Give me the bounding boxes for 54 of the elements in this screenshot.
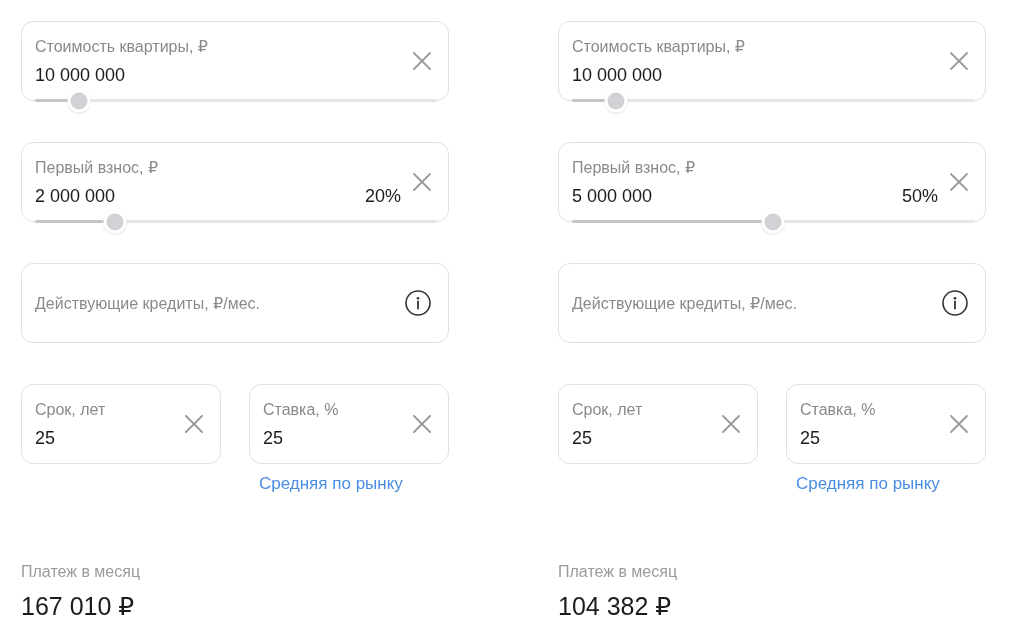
field-value: 25 [263,427,284,449]
field-label: Ставка, % [263,399,339,419]
field-label: Стоимость квартиры, ₽ [572,36,746,56]
field-label: Срок, лет [35,399,106,419]
close-icon [950,52,968,70]
clear-button[interactable] [950,415,968,433]
info-icon [405,290,431,316]
close-icon [413,173,431,191]
info-icon [942,290,968,316]
slider-thumb[interactable] [103,210,127,233]
field-value: 25 [800,427,821,449]
clear-button[interactable] [722,415,740,433]
info-button[interactable] [942,290,968,316]
clear-button[interactable] [413,415,431,433]
field-label: Первый взнос, ₽ [35,157,159,177]
text-input[interactable]: Действующие кредиты, ₽/мес. [35,292,393,314]
field-label: Стоимость квартиры, ₽ [35,36,209,56]
clear-button[interactable] [950,173,968,191]
clear-button[interactable] [413,173,431,191]
field-label: Срок, лет [572,399,643,419]
field-value: 10 000 000 [572,64,663,86]
percent-value: 50% [901,185,938,207]
field-value: 25 [35,427,56,449]
close-icon [185,415,203,433]
input-field[interactable]: Действующие кредиты, ₽/мес. [21,263,449,343]
payment-amount: 104 382 ₽ [558,591,672,621]
field-label: Ставка, % [800,399,876,419]
payment-label: Платеж в месяц [21,562,141,581]
text-input[interactable]: Действующие кредиты, ₽/мес. [572,292,930,314]
clear-button[interactable] [413,52,431,70]
input-field[interactable]: Ставка, % 25 [249,384,449,464]
field-value: 10 000 000 [35,64,126,86]
slider-thumb[interactable] [604,89,628,112]
input-field[interactable]: Срок, лет 25 [558,384,758,464]
close-icon [950,173,968,191]
percent-value: 20% [364,185,401,207]
clear-button[interactable] [950,52,968,70]
field-label: Первый взнос, ₽ [572,157,696,177]
close-icon [413,52,431,70]
input-field[interactable]: Срок, лет 25 [21,384,221,464]
slider-thumb[interactable] [761,210,785,233]
close-icon [950,415,968,433]
slider-thumb[interactable] [67,89,91,112]
info-button[interactable] [405,290,431,316]
close-icon [722,415,740,433]
payment-label: Платеж в месяц [558,562,678,581]
close-icon [413,415,431,433]
field-value: 25 [572,427,593,449]
field-value: 5 000 000 [572,185,653,207]
field-value: 2 000 000 [35,185,116,207]
input-field[interactable]: Действующие кредиты, ₽/мес. [558,263,986,343]
clear-button[interactable] [185,415,203,433]
input-field[interactable]: Ставка, % 25 [786,384,986,464]
payment-amount: 167 010 ₽ [21,591,135,621]
